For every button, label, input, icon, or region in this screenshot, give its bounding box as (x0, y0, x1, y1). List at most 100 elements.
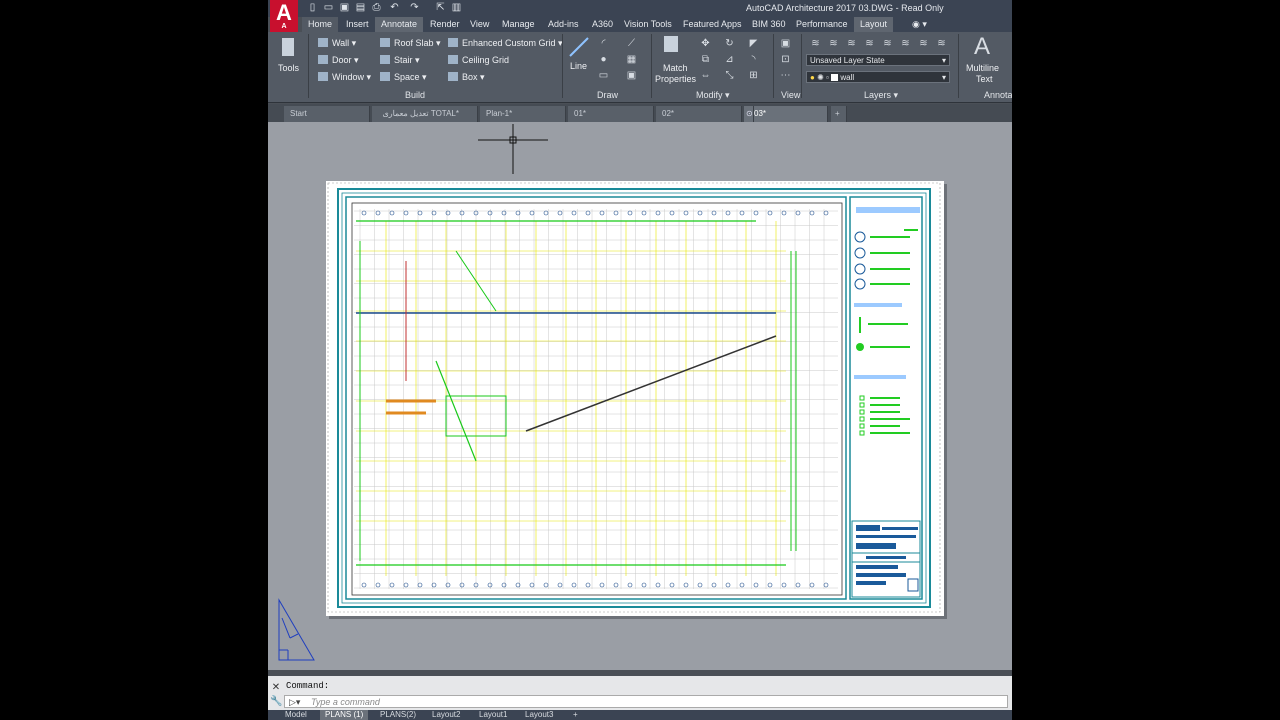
properties-label[interactable]: Properties (655, 73, 696, 85)
view-icon[interactable]: ▣ (780, 38, 791, 49)
layer-icon[interactable]: ≋ (936, 38, 947, 49)
layer-icon[interactable]: ≋ (882, 38, 893, 49)
doc-tab-start[interactable]: Start (284, 106, 370, 122)
layout-tab-layout3[interactable]: Layout3 (520, 710, 558, 720)
tab-add-ins[interactable]: Add-ins (542, 17, 585, 32)
doc-tab-02[interactable]: 02* (656, 106, 742, 122)
crosshair-cursor (478, 124, 548, 174)
stair-button[interactable]: Stair ▾ (380, 54, 420, 66)
share-icon[interactable]: ⇱ (434, 2, 447, 14)
polyline-icon[interactable]: ⟋ (626, 38, 637, 49)
wall-button[interactable]: Wall ▾ (318, 37, 356, 49)
tools-icon[interactable] (282, 38, 294, 56)
match-properties-icon[interactable] (664, 36, 678, 52)
ceiling-grid-button[interactable]: Ceiling Grid (448, 54, 509, 66)
layer-dropdown[interactable]: ● ✺ ▫ wall ▾ (806, 71, 950, 83)
layout-tab-plans-1[interactable]: PLANS (1) (320, 710, 369, 720)
legend-block (854, 207, 920, 436)
command-prompt-icon[interactable]: ▷▾ (289, 696, 300, 709)
tab-render[interactable]: Render (424, 17, 466, 32)
space-button[interactable]: Space ▾ (380, 71, 427, 83)
tab-layout[interactable]: Layout (854, 17, 894, 32)
new-layout-button[interactable]: + (568, 710, 583, 720)
tab-view[interactable]: View (464, 17, 495, 32)
sun-icon: ✺ (817, 73, 824, 82)
layer-icon[interactable]: ≋ (846, 38, 857, 49)
tab-manage[interactable]: Manage (496, 17, 541, 32)
view-icon[interactable]: ⊡ (780, 54, 791, 65)
box-icon (448, 72, 458, 81)
hatch-icon[interactable]: ▦ (626, 54, 637, 65)
redo-icon[interactable]: ↷ (408, 2, 421, 14)
ceiling-grid-label: Ceiling Grid (462, 55, 510, 65)
layer-icon[interactable]: ≋ (810, 38, 821, 49)
tab-bim-360[interactable]: BIM 360 (746, 17, 792, 32)
tab-vision-tools[interactable]: Vision Tools (618, 17, 678, 32)
open-icon[interactable]: ▭ (322, 2, 335, 14)
ribbon-options-icon[interactable]: ◉ ▾ (906, 17, 933, 32)
tab-annotate[interactable]: Annotate (375, 17, 424, 32)
tab-insert[interactable]: Insert (340, 17, 375, 32)
doc-tab-03[interactable]: 03* (744, 106, 828, 122)
layout-tab-plans-2[interactable]: PLANS(2) (375, 710, 421, 720)
line-button[interactable]: Line (570, 60, 587, 72)
window-title: AutoCAD Architecture 2017 03.DWG - Read … (746, 3, 944, 13)
layer-state-dropdown[interactable]: Unsaved Layer State ▾ (806, 54, 950, 66)
title-bar: AA ▯ ▭ ▣ ▤ ⎙ ↶ ↷ ⇱ ▥ AutoCAD Architectur… (268, 0, 1012, 32)
text-label[interactable]: Text (976, 73, 993, 85)
new-tab-button[interactable]: + (831, 106, 847, 122)
tools-button[interactable]: Tools (278, 62, 299, 74)
modify-panel-label[interactable]: Modify ▾ (696, 90, 730, 101)
copy-icon[interactable]: ⧉ (700, 54, 711, 65)
door-button[interactable]: Door ▾ (318, 54, 359, 66)
window-button[interactable]: Window ▾ (318, 71, 371, 83)
array-icon[interactable]: ⊞ (748, 70, 759, 81)
layer-icon[interactable]: ≋ (918, 38, 929, 49)
command-input[interactable]: ▷▾ Type a command (284, 695, 1008, 708)
undo-icon[interactable]: ↶ (388, 2, 401, 14)
doc-tab-01[interactable]: 01* (568, 106, 654, 122)
layer-icon[interactable]: ≋ (900, 38, 911, 49)
save-icon[interactable]: ▣ (338, 2, 351, 14)
workspace-icon[interactable]: ▥ (450, 2, 463, 14)
application-menu-button[interactable]: AA (270, 0, 298, 32)
plot-icon[interactable]: ⎙ (370, 2, 383, 14)
scale-icon[interactable]: ⤡ (724, 70, 735, 81)
close-icon[interactable]: ✕ (270, 682, 282, 694)
doc-tab-plan-1[interactable]: Plan-1* (480, 106, 566, 122)
wrench-icon[interactable]: 🔧 (270, 696, 282, 708)
new-icon[interactable]: ▯ (306, 2, 319, 14)
chevron-down-icon: ▾ (941, 56, 946, 65)
view-icon[interactable]: ⋯ (780, 70, 791, 81)
current-layer-value: wall (840, 73, 855, 82)
enhanced-custom-grid-button[interactable]: Enhanced Custom Grid ▾ (448, 37, 563, 49)
multiline-text-icon[interactable]: A (974, 34, 990, 60)
tab-home[interactable]: Home (302, 17, 339, 32)
layout-tab-layout1[interactable]: Layout1 (474, 710, 512, 720)
move-icon[interactable]: ✥ (700, 38, 711, 49)
arc-icon[interactable]: ◜ (598, 38, 609, 49)
mirror-icon[interactable]: ⊿ (724, 54, 735, 65)
layout-tab-model[interactable]: Model (280, 710, 312, 720)
layers-panel-label[interactable]: Layers ▾ (864, 90, 898, 101)
box-button[interactable]: Box ▾ (448, 71, 485, 83)
save-as-icon[interactable]: ▤ (354, 2, 367, 14)
region-icon[interactable]: ▣ (626, 70, 637, 81)
rectangle-icon[interactable]: ▭ (598, 70, 609, 81)
trim-icon[interactable]: ◤ (748, 38, 759, 49)
tab-featured-apps[interactable]: Featured Apps (677, 17, 748, 32)
fillet-icon[interactable]: ◝ (748, 54, 759, 65)
ceiling-grid-icon (448, 55, 458, 64)
tab-performance[interactable]: Performance (790, 17, 854, 32)
doc-tab-total[interactable]: تعدیل معماری TOTAL* (372, 106, 478, 122)
line-icon[interactable] (568, 36, 590, 58)
layout-tab-layout2[interactable]: Layout2 (427, 710, 465, 720)
layer-icon[interactable]: ≋ (828, 38, 839, 49)
circle-icon[interactable]: ● (598, 54, 609, 65)
stretch-icon[interactable]: ⇔ (700, 70, 711, 81)
rotate-icon[interactable]: ↻ (724, 38, 735, 49)
drawing-canvas[interactable] (268, 122, 1012, 670)
tab-a360[interactable]: A360 (586, 17, 619, 32)
layer-icon[interactable]: ≋ (864, 38, 875, 49)
roof-slab-button[interactable]: Roof Slab ▾ (380, 37, 441, 49)
